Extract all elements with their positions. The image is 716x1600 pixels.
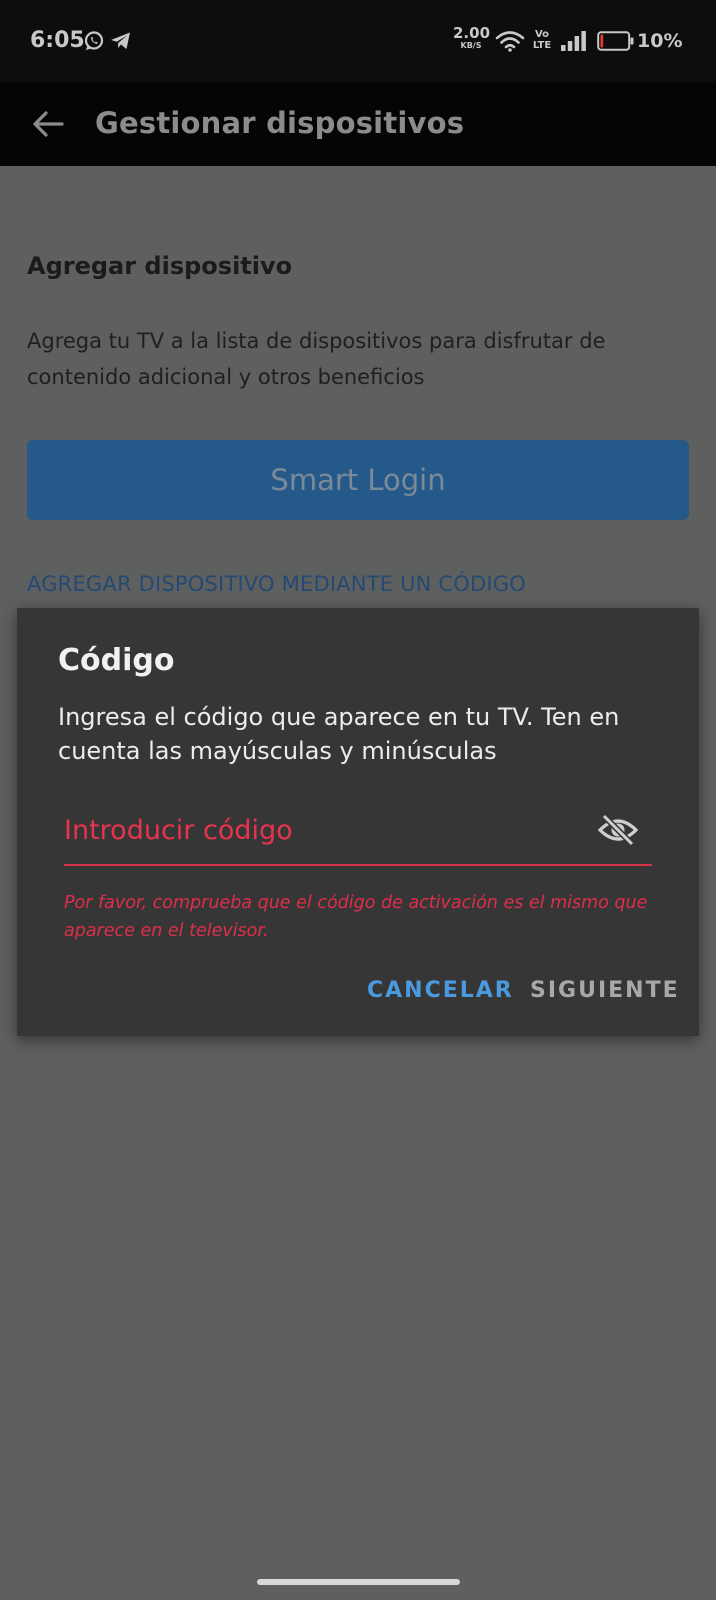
network-speed-value: 2.00 — [453, 24, 491, 42]
network-speed-unit: KB/S — [460, 41, 482, 50]
input-underline — [64, 864, 652, 866]
volte-top-label: Vo — [534, 29, 550, 40]
arrow-back-icon[interactable] — [28, 104, 68, 144]
battery-level-fill — [600, 34, 604, 48]
home-indicator[interactable] — [257, 1579, 460, 1585]
smart-login-label: Smart Login — [270, 463, 446, 497]
volte-indicator: Vo LTE — [531, 29, 553, 51]
status-time: 6:05 — [30, 28, 85, 53]
signal-icon — [561, 31, 586, 51]
dialog-message: Ingresa el código que aparece en tu TV. … — [58, 703, 620, 765]
whatsapp-icon — [84, 31, 104, 50]
section-description: Agrega tu TV a la lista de dispositivos … — [27, 329, 606, 389]
page-title: Gestionar dispositivos — [95, 106, 465, 140]
error-message: Por favor, comprueba que el código de ac… — [64, 893, 648, 941]
telegram-icon — [111, 32, 130, 49]
code-input[interactable] — [64, 808, 604, 852]
add-device-by-code-link[interactable]: AGREGAR DISPOSITIVO MEDIANTE UN CÓDIGO — [27, 572, 526, 596]
smart-login-button[interactable]: Smart Login — [27, 440, 689, 520]
next-button[interactable]: SIGUIENTE — [530, 978, 680, 1003]
visibility-off-icon[interactable] — [597, 814, 639, 846]
battery-percent: 10% — [637, 30, 683, 52]
network-speed: 2.00 KB/S — [453, 24, 491, 50]
battery-icon — [597, 31, 634, 51]
cancel-button[interactable]: CANCELAR — [367, 978, 514, 1003]
volte-bottom-label: LTE — [532, 40, 552, 51]
wifi-icon — [495, 31, 525, 52]
section-title: Agregar dispositivo — [27, 252, 293, 280]
code-dialog: Código Ingresa el código que aparece en … — [17, 608, 699, 1036]
app-bar: Gestionar dispositivos — [0, 82, 716, 166]
status-bar: 6:05 2.00 KB/S Vo LTE 10% — [0, 0, 716, 82]
dialog-title: Código — [58, 643, 175, 678]
